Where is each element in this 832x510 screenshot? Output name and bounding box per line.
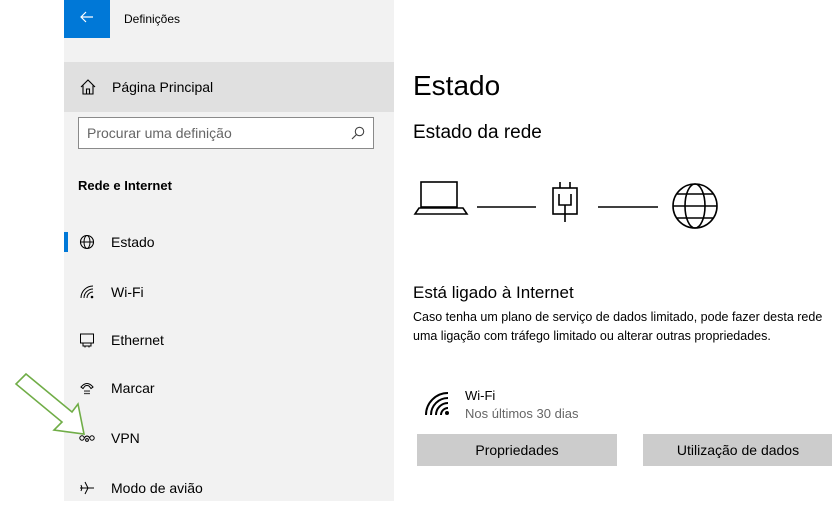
properties-button[interactable]: Propriedades: [417, 434, 617, 466]
main-content: Estado Estado da rede Está ligado à Inte…: [413, 0, 832, 501]
annotation-arrow-icon: [14, 372, 86, 435]
sidebar-item-label: Modo de avião: [111, 480, 203, 496]
router-icon: [552, 182, 578, 222]
page-title: Estado: [413, 70, 501, 101]
wifi-signal-icon: [425, 391, 451, 417]
sidebar-item-modo-aviao[interactable]: Modo de avião: [64, 466, 394, 510]
arrow-left-icon: [80, 10, 94, 28]
connection-item: Wi-Fi Nos últimos 30 dias: [413, 388, 713, 428]
section-title: Rede e Internet: [78, 178, 172, 193]
network-diagram: [413, 181, 718, 229]
home-label: Página Principal: [112, 79, 214, 95]
connection-name: Wi-Fi: [465, 388, 496, 403]
sidebar-item-label: Ethernet: [111, 332, 164, 348]
wifi-icon: [79, 284, 95, 300]
sidebar-item-marcar[interactable]: Marcar: [64, 366, 394, 410]
sidebar-item-vpn[interactable]: VPN: [64, 416, 394, 460]
home-nav-item[interactable]: Página Principal: [64, 62, 394, 112]
home-icon: [79, 78, 97, 96]
search-input[interactable]: Procurar uma definição: [78, 117, 374, 149]
search-placeholder: Procurar uma definição: [87, 125, 232, 141]
back-button[interactable]: [64, 0, 110, 38]
network-status-heading: Estado da rede: [413, 122, 542, 143]
sidebar-item-label: Wi-Fi: [111, 284, 144, 300]
search-icon[interactable]: [351, 126, 365, 140]
window-title: Definições: [124, 12, 181, 26]
sidebar-item-ethernet[interactable]: Ethernet: [64, 318, 394, 362]
globe-icon: [79, 234, 95, 250]
airplane-icon: [79, 480, 95, 496]
globe-icon: [672, 183, 718, 229]
sidebar-item-label: Marcar: [111, 380, 155, 396]
connection-description: Caso tenha um plano de serviço de dados …: [413, 310, 823, 343]
connection-subtitle: Nos últimos 30 dias: [465, 406, 579, 421]
sidebar-item-wifi[interactable]: Wi-Fi: [64, 270, 394, 314]
data-usage-button[interactable]: Utilização de dados: [643, 434, 832, 466]
ethernet-icon: [79, 332, 95, 348]
title-bar: Definições: [64, 0, 394, 38]
sidebar-item-label: Estado: [111, 234, 155, 250]
sidebar-item-estado[interactable]: Estado: [64, 220, 394, 264]
connection-status-heading: Está ligado à Internet: [413, 283, 574, 302]
laptop-icon: [413, 181, 469, 215]
sidebar: Definições Página Principal Procurar uma…: [64, 0, 394, 501]
sidebar-item-label: VPN: [111, 430, 140, 446]
